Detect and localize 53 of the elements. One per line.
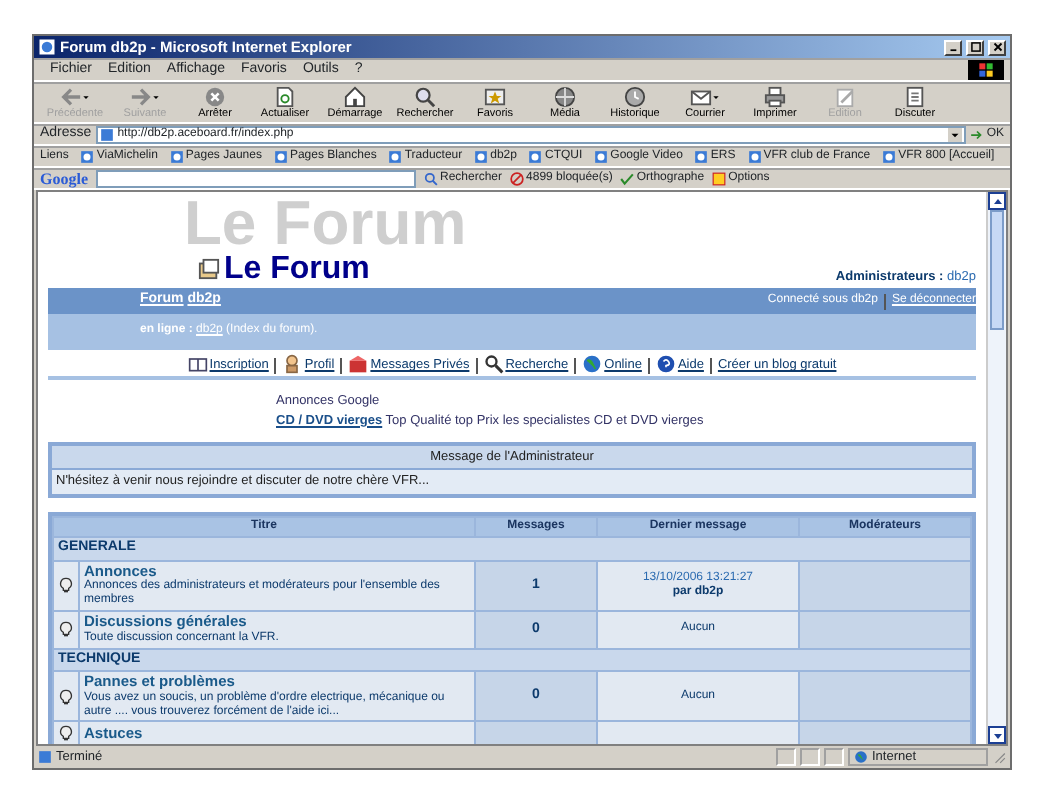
- pencil-icon: [834, 85, 856, 108]
- page-icon: [273, 150, 288, 164]
- flag-icon: [978, 62, 994, 78]
- page-icon: [169, 150, 184, 164]
- search-field[interactable]: [96, 170, 416, 188]
- page-icon: [388, 150, 403, 164]
- checkmark-icon: [620, 172, 635, 186]
- page-icon: [694, 150, 709, 164]
- arrow-right-icon: [130, 85, 152, 108]
- close-button[interactable]: [988, 39, 1006, 55]
- scroll-down-button[interactable]: [988, 726, 1006, 744]
- help-icon: [655, 354, 676, 374]
- page-icon: [594, 150, 609, 164]
- scrollbar-thumb[interactable]: [990, 210, 1004, 330]
- options-icon: [712, 172, 727, 186]
- folder-icon: [198, 258, 220, 280]
- browser-icon: [38, 38, 56, 56]
- scroll-up-button[interactable]: [988, 192, 1006, 210]
- search-icon: [414, 85, 436, 108]
- page-icon: [99, 128, 114, 142]
- search-icon: [424, 172, 438, 186]
- minimize-button[interactable]: [944, 39, 962, 55]
- blocked-icon: [510, 172, 525, 186]
- book-icon: [187, 354, 208, 374]
- house-icon: [344, 85, 366, 108]
- dropdown-arrow-icon: [948, 128, 963, 142]
- arrow-icon: [970, 128, 985, 142]
- arrow-up-icon: [991, 195, 1003, 207]
- globe-icon: [582, 354, 603, 374]
- stop-icon: [204, 85, 226, 108]
- maximize-icon: [967, 40, 983, 54]
- maximize-button[interactable]: [966, 39, 984, 55]
- scrollbar[interactable]: [986, 192, 1006, 744]
- page-icon: [747, 150, 762, 164]
- page-icon: [528, 150, 543, 164]
- page-icon: [882, 150, 897, 164]
- bulb-icon: [58, 724, 74, 743]
- page-icon: [80, 150, 95, 164]
- star-icon: [484, 85, 506, 108]
- arrow-down-icon: [991, 729, 1003, 741]
- resize-grip-icon: [992, 750, 1006, 764]
- person-icon: [282, 354, 303, 374]
- google-logo[interactable]: Google: [40, 169, 88, 189]
- arrow-left-icon: [60, 85, 82, 108]
- globe-icon: [554, 85, 576, 108]
- search-icon: [483, 354, 504, 374]
- forum-title: Le Forum: [224, 254, 370, 286]
- close-icon: [989, 40, 1005, 54]
- page-icon: [274, 85, 296, 108]
- document-icon: [904, 85, 926, 108]
- page-icon: [38, 750, 52, 764]
- globe-icon: [854, 750, 868, 764]
- page-icon: [474, 150, 489, 164]
